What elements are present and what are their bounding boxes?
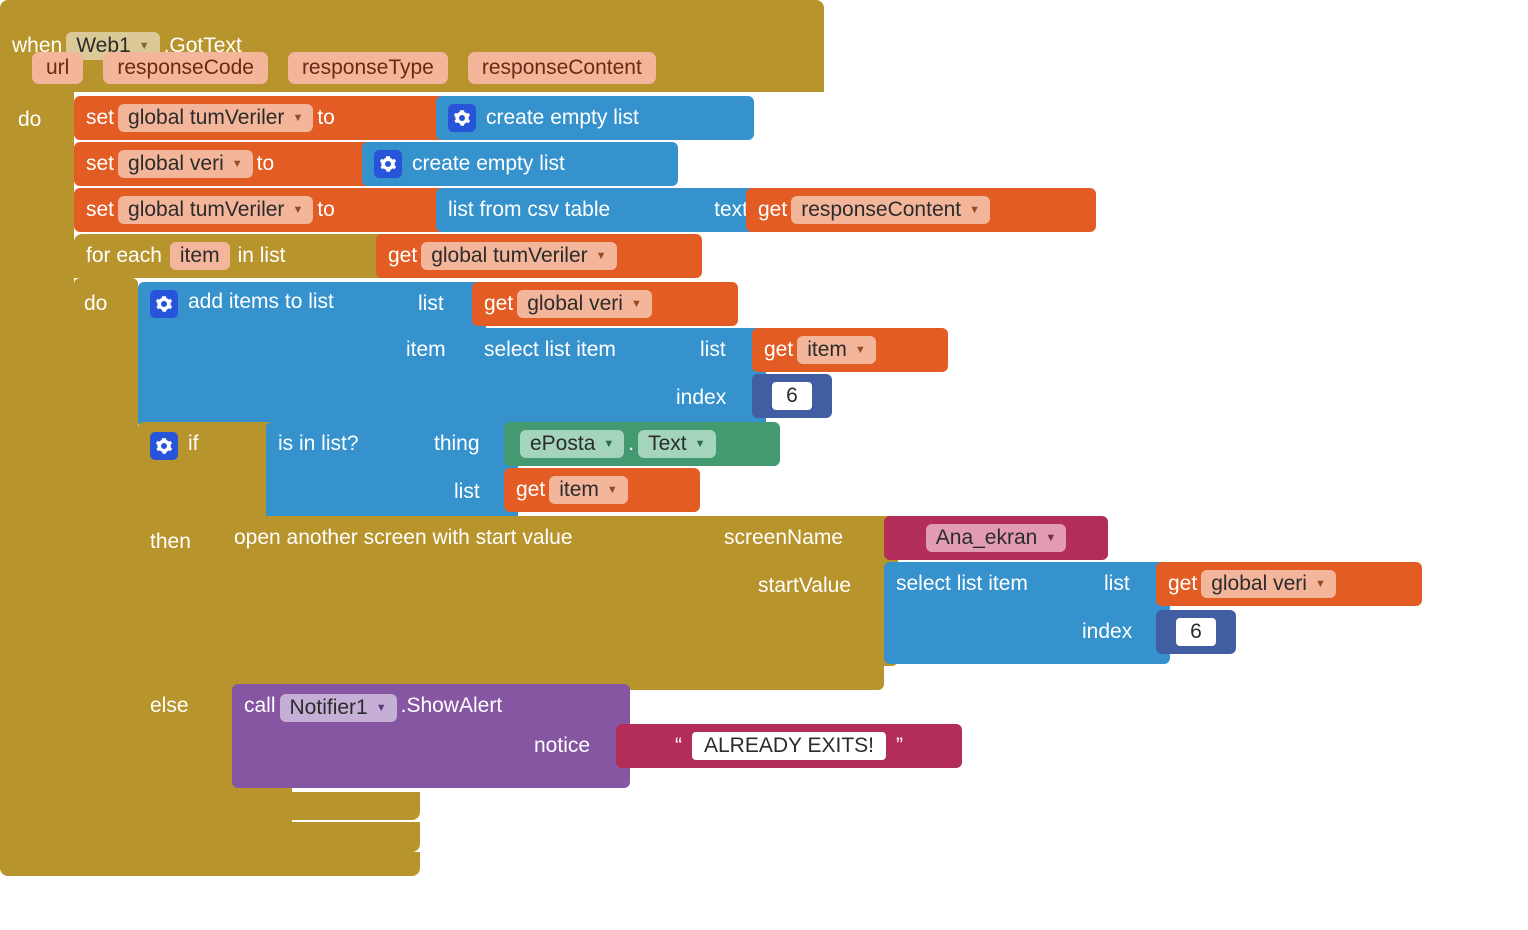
isin-thing-label: thing [434, 432, 480, 456]
var-dropdown[interactable]: global veri▼ [517, 290, 652, 318]
chevron-down-icon: ▼ [969, 204, 980, 216]
close-quote: ” [896, 734, 903, 758]
chevron-down-icon: ▼ [695, 438, 706, 450]
event-left-rail [0, 92, 74, 860]
chevron-down-icon: ▼ [139, 40, 150, 52]
set-var-block-1[interactable]: set global tumVeriler▼ to [74, 96, 450, 140]
param-responseCode[interactable]: responseCode [103, 52, 268, 84]
blocks-canvas: { "event":{ "when":"when", "component":"… [0, 0, 1528, 930]
number-value[interactable]: 6 [772, 382, 812, 410]
get-veri-2[interactable]: get global veri▼ [1156, 562, 1422, 606]
create-empty-list-1[interactable]: create empty list [436, 96, 754, 140]
var-dropdown[interactable]: global tumVeriler▼ [421, 242, 616, 270]
chevron-down-icon: ▼ [603, 438, 614, 450]
if-bottom [138, 792, 420, 820]
chevron-down-icon: ▼ [1315, 578, 1326, 590]
component-property[interactable]: ePosta▼ . Text▼ [504, 422, 780, 466]
var-dropdown[interactable]: global veri▼ [118, 150, 253, 178]
gear-icon[interactable] [374, 150, 402, 178]
sli2-list-label: list [1104, 572, 1130, 596]
if-header[interactable]: if [138, 422, 280, 524]
component-dropdown[interactable]: ePosta▼ [520, 430, 624, 458]
screenName-label: screenName [724, 526, 843, 550]
arg-item-label: item [406, 338, 446, 362]
get-responseContent[interactable]: get responseContent▼ [746, 188, 1096, 232]
screen-dropdown[interactable]: Ana_ekran▼ [926, 524, 1066, 552]
then-label: then [150, 530, 191, 554]
text-string-block[interactable]: “ ALREADY EXITS! ” [616, 724, 962, 768]
get-veri[interactable]: get global veri▼ [472, 282, 738, 326]
notice-label: notice [534, 734, 590, 758]
var-dropdown[interactable]: global tumVeriler▼ [118, 104, 313, 132]
param-responseType[interactable]: responseType [288, 52, 448, 84]
property-dropdown[interactable]: Text▼ [638, 430, 715, 458]
create-empty-list-2[interactable]: create empty list [362, 142, 678, 186]
var-dropdown[interactable]: global tumVeriler▼ [118, 196, 313, 224]
chevron-down-icon: ▼ [292, 112, 303, 124]
chevron-down-icon: ▼ [596, 250, 607, 262]
string-value[interactable]: ALREADY EXITS! [692, 732, 886, 760]
list-from-csv-block[interactable]: list from csv table text [436, 188, 760, 232]
sli2-index-label: index [1082, 620, 1132, 644]
gear-icon[interactable] [150, 290, 178, 318]
param-responseContent[interactable]: responseContent [468, 52, 656, 84]
open-quote: “ [675, 734, 682, 758]
get-item-1[interactable]: get item▼ [752, 328, 948, 372]
gear-icon[interactable] [448, 104, 476, 132]
chevron-down-icon: ▼ [1045, 532, 1056, 544]
do-label: do [18, 108, 41, 132]
isin-list-label: list [454, 480, 480, 504]
gear-icon[interactable] [150, 432, 178, 460]
is-in-list-block[interactable]: is in list? [266, 422, 518, 524]
chevron-down-icon: ▼ [376, 702, 387, 714]
get-item-2[interactable]: get item▼ [504, 468, 700, 512]
var-dropdown[interactable]: responseContent▼ [791, 196, 990, 224]
number-block-1[interactable]: 6 [752, 374, 832, 418]
set-var-block-3[interactable]: set global tumVeriler▼ to [74, 188, 450, 232]
event-params-row: url responseCode responseType responseCo… [32, 52, 656, 84]
else-label: else [150, 694, 189, 718]
param-url[interactable]: url [32, 52, 83, 84]
screen-name-value[interactable]: Ana_ekran▼ [884, 516, 1108, 560]
item-name[interactable]: item [170, 242, 230, 270]
chevron-down-icon: ▼ [232, 158, 243, 170]
startValue-label: startValue [758, 574, 851, 598]
foreach-do-label: do [84, 292, 107, 316]
sli-index-label: index [676, 386, 726, 410]
chevron-down-icon: ▼ [855, 344, 866, 356]
var-dropdown[interactable]: global veri▼ [1201, 570, 1336, 598]
var-dropdown[interactable]: item▼ [549, 476, 628, 504]
chevron-down-icon: ▼ [631, 298, 642, 310]
arg-list-label: list [418, 292, 444, 316]
set-var-block-2[interactable]: set global veri▼ to [74, 142, 376, 186]
number-value[interactable]: 6 [1176, 618, 1216, 646]
number-block-2[interactable]: 6 [1156, 610, 1236, 654]
sli-list-label: list [700, 338, 726, 362]
var-dropdown[interactable]: item▼ [797, 336, 876, 364]
foreach-left-rail [74, 278, 138, 830]
component-dropdown[interactable]: Notifier1▼ [280, 694, 397, 722]
foreach-header[interactable]: for each item in list [74, 234, 390, 278]
chevron-down-icon: ▼ [292, 204, 303, 216]
chevron-down-icon: ▼ [607, 484, 618, 496]
get-tumVeriler[interactable]: get global tumVeriler▼ [376, 234, 702, 278]
event-bottom [0, 852, 420, 876]
